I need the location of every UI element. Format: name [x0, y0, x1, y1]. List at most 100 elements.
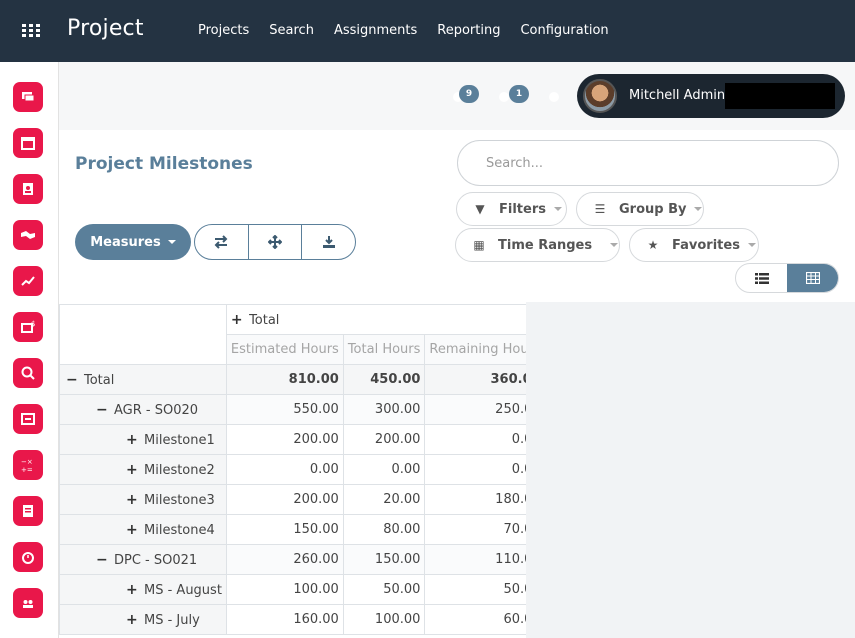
redacted-block [725, 83, 835, 109]
table-cell[interactable]: 160.00 [225, 604, 344, 635]
measure-header[interactable]: Estimated Hours [225, 334, 344, 365]
menu-search[interactable]: Search [269, 23, 314, 38]
menu-assignments[interactable]: Assignments [334, 23, 417, 38]
timeranges-label: Time Ranges [498, 237, 593, 253]
row-label: MS - August [144, 582, 222, 598]
view-switcher [735, 263, 839, 293]
discuss-icon[interactable] [13, 82, 43, 112]
top-menu: Projects Search Assignments Reporting Co… [198, 23, 629, 38]
col-header-label: Total [249, 312, 280, 328]
table-row: + Milestone3 200.00 20.00 180.00 [59, 484, 546, 515]
table-row: +Milestone20.000.000.00 [59, 454, 546, 485]
row-header[interactable]: − DPC - SO021 [59, 544, 227, 575]
collapse-minus-icon: − [96, 551, 108, 568]
measures-button[interactable]: Measures [75, 224, 191, 260]
menu-projects[interactable]: Projects [198, 23, 249, 38]
table-cell[interactable]: 200.00 [225, 484, 344, 515]
groupby-button[interactable]: ☰ Group By [576, 192, 704, 226]
row-header[interactable]: − AGR - SO020 [59, 394, 227, 425]
timer-icon[interactable] [549, 92, 559, 102]
row-header[interactable]: + MS - July [59, 604, 227, 635]
sales-trend-icon[interactable] [13, 266, 43, 296]
table-cell[interactable]: 200.00 [342, 424, 426, 455]
activity-icon[interactable] [499, 92, 509, 102]
table-cell[interactable]: 0.00 [342, 454, 426, 485]
table-cell[interactable]: 100.00 [225, 574, 344, 605]
table-row: + MS - August 100.00 50.00 50.00 [59, 574, 546, 605]
flip-arrows-icon [214, 235, 228, 249]
control-panel: Project Milestones Search... ▼ Filters ☰… [59, 130, 855, 302]
download-button[interactable] [301, 225, 355, 259]
table-row: + Milestone4 150.00 80.00 70.00 [59, 514, 546, 545]
expand-all-button[interactable] [247, 225, 302, 259]
row-label: DPC - SO021 [114, 552, 198, 568]
row-label: Milestone1 [144, 432, 215, 448]
table-cell[interactable]: 20.00 [342, 484, 426, 515]
row-header[interactable]: + Milestone4 [59, 514, 227, 545]
table-cell[interactable]: 200.00 [225, 424, 344, 455]
table-cell[interactable]: 80.00 [342, 514, 426, 545]
table-cell[interactable]: 0.00 [225, 454, 344, 485]
row-header[interactable]: + Milestone1 [59, 424, 227, 455]
flip-axis-button[interactable] [195, 225, 248, 259]
timeranges-button[interactable]: ▦ Time Ranges [455, 228, 620, 262]
row-label: Milestone3 [144, 492, 215, 508]
table-cell[interactable]: 450.00 [342, 364, 426, 395]
table-cell[interactable]: 260.00 [225, 544, 344, 575]
table-cell[interactable]: 810.00 [225, 364, 344, 395]
list-bars-icon: ☰ [594, 202, 606, 216]
row-header[interactable]: + MS - August [59, 574, 227, 605]
chevron-down-icon [610, 243, 619, 247]
pivot-view-button[interactable] [787, 264, 838, 292]
timer-clock-icon[interactable] [13, 542, 43, 572]
menu-reporting[interactable]: Reporting [437, 23, 500, 38]
pivot-toolbar [194, 224, 356, 260]
invoicing-icon[interactable]: $ [13, 312, 43, 342]
user-name: Mitchell Admin [629, 88, 726, 103]
svg-text:−×: −× [21, 458, 33, 466]
activities-badge[interactable]: 1 [509, 85, 529, 103]
employees-icon[interactable] [13, 588, 43, 618]
calendar-icon[interactable] [13, 128, 43, 158]
row-header[interactable]: + Milestone3 [59, 484, 227, 515]
app-title[interactable]: Project [67, 16, 144, 41]
app-grid-icon[interactable] [22, 24, 40, 38]
calendar-small-icon: ▦ [473, 238, 485, 252]
messages-badge[interactable]: 9 [459, 85, 479, 103]
table-grid-icon [805, 272, 820, 284]
row-header[interactable]: − Total [59, 364, 227, 395]
col-header-total[interactable]: + Total [225, 304, 546, 335]
expand-arrows-icon [268, 235, 282, 249]
favorites-button[interactable]: ★ Favorites [629, 228, 759, 262]
download-icon [322, 236, 335, 248]
expand-plus-icon: + [126, 611, 138, 628]
table-cell[interactable]: 150.00 [342, 544, 426, 575]
list-view-button[interactable] [736, 264, 787, 292]
table-cell[interactable]: 100.00 [342, 604, 426, 635]
app-icon-rail: $ −× += [0, 62, 59, 638]
expand-plus-icon: + [126, 431, 138, 448]
table-cell[interactable]: 150.00 [225, 514, 344, 545]
table-cell[interactable]: 50.00 [342, 574, 426, 605]
expand-plus-icon: + [126, 581, 138, 598]
search-helpdesk-icon[interactable] [13, 358, 43, 388]
measures-label: Measures [90, 234, 161, 250]
user-menu[interactable]: Mitchell Admin [577, 74, 845, 118]
filters-button[interactable]: ▼ Filters [456, 192, 567, 226]
table-cell[interactable]: 300.00 [342, 394, 426, 425]
avatar [583, 79, 617, 113]
documents-icon[interactable] [13, 496, 43, 526]
table-row: + MS - July 160.00 100.00 60.00 [59, 604, 546, 635]
crm-handshake-icon[interactable] [13, 220, 43, 250]
inventory-icon[interactable] [13, 404, 43, 434]
accounting-calculator-icon[interactable]: −× += [13, 450, 43, 480]
contacts-icon[interactable] [13, 174, 43, 204]
chevron-down-icon [167, 240, 176, 244]
measure-header[interactable]: Total Hours [342, 334, 426, 365]
row-header[interactable]: + Milestone2 [59, 454, 227, 485]
table-row: − AGR - SO020 550.00 300.00 250.00 [59, 394, 546, 425]
empty-area [526, 302, 855, 638]
menu-configuration[interactable]: Configuration [520, 23, 608, 38]
table-cell[interactable]: 550.00 [225, 394, 344, 425]
search-input[interactable]: Search... [457, 140, 839, 186]
